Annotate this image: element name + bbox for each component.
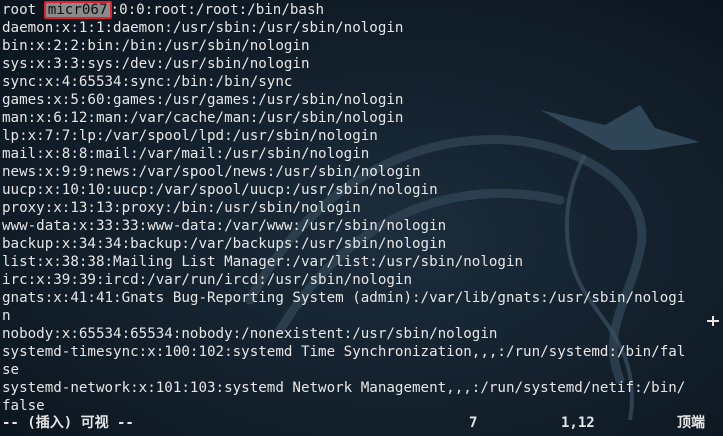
passwd-line: irc:x:39:39:ircd:/var/run/ircd:/usr/sbin… [2,272,412,288]
passwd-line: systemd-timesync:x:100:102:systemd Time … [2,344,686,360]
passwd-line: lp:x:7:7:lp:/var/spool/lpd:/usr/sbin/nol… [2,128,378,144]
passwd-line: daemon:x:1:1:daemon:/usr/sbin:/usr/sbin/… [2,20,404,36]
passwd-line: sync:x:4:65534:sync:/bin:/bin/sync [2,74,293,90]
vim-editor[interactable]: root micr067:0:0:root:/root:/bin/bash da… [0,0,723,436]
passwd-line-root: root micr067:0:0:root:/root:/bin/bash [2,1,325,19]
passwd-line-wrap: false [2,398,45,414]
line-suffix: 0:0:root:/root:/bin/bash [119,2,325,18]
passwd-line: news:x:9:9:news:/var/spool/news:/usr/sbi… [2,164,421,180]
passwd-line: uucp:x:10:10:uucp:/var/spool/uucp:/usr/s… [2,182,438,198]
highlighted-username: micr067 [43,1,112,19]
passwd-line-wrap: n [2,308,11,324]
passwd-line-wrap: se [2,362,20,378]
passwd-line: sys:x:3:3:sys:/dev:/usr/sbin/nologin [2,56,310,72]
passwd-line: nobody:x:65534:65534:nobody:/nonexistent… [2,326,498,342]
passwd-line: bin:x:2:2:bin:/bin:/usr/sbin/nologin [2,38,310,54]
passwd-line: gnats:x:41:41:Gnats Bug-Reporting System… [2,290,686,306]
passwd-line: www-data:x:33:33:www-data:/var/www:/usr/… [2,218,447,234]
passwd-line: mail:x:8:8:mail:/var/mail:/usr/sbin/nolo… [2,146,370,162]
passwd-line: list:x:38:38:Mailing List Manager:/var/l… [2,254,524,270]
passwd-line: backup:x:34:34:backup:/var/backups:/usr/… [2,236,447,252]
passwd-line: systemd-network:x:101:103:systemd Networ… [2,380,686,396]
passwd-line: games:x:5:60:games:/usr/games:/usr/sbin/… [2,92,404,108]
passwd-line: proxy:x:13:13:proxy:/bin:/usr/sbin/nolog… [2,200,361,216]
line-prefix: root [2,2,37,18]
passwd-line: man:x:6:12:man:/var/cache/man:/usr/sbin/… [2,110,404,126]
mouse-cursor-icon [707,316,719,326]
